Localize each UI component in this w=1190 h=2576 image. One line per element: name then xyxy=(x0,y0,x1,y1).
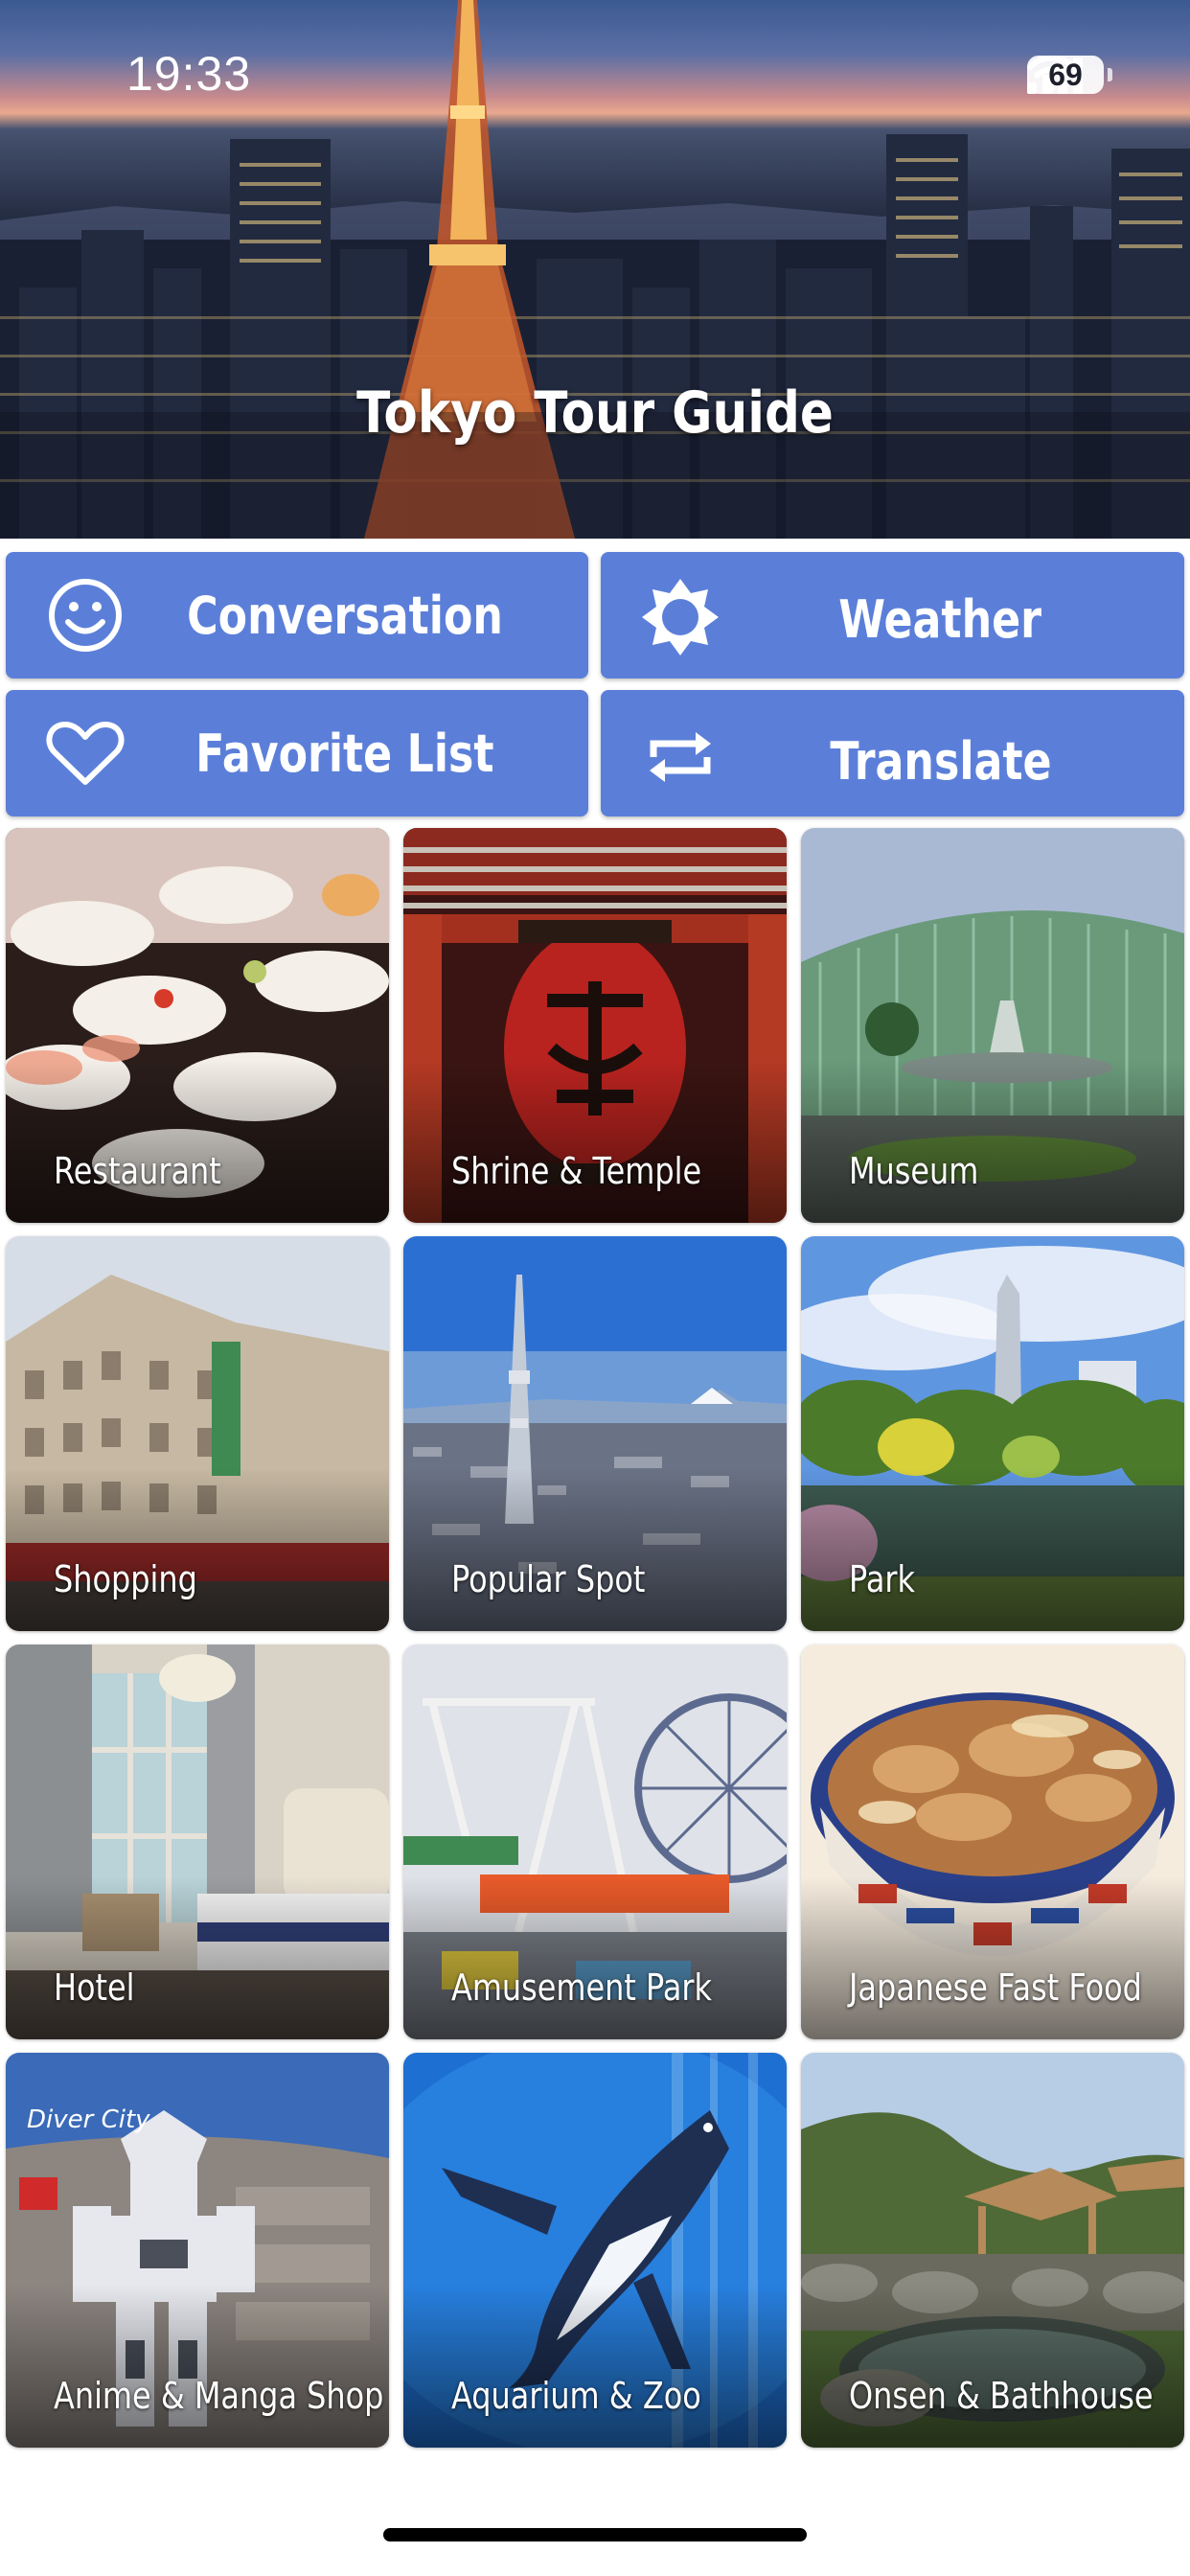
battery-indicator: 69 xyxy=(1027,56,1112,94)
svg-text:Diver City: Diver City xyxy=(27,2105,150,2134)
conversation-button[interactable]: Conversation xyxy=(6,552,588,678)
translate-label: Translate xyxy=(829,730,1052,792)
category-popular-spot[interactable]: Popular Spot xyxy=(403,1236,787,1631)
home-indicator[interactable] xyxy=(383,2528,807,2542)
favorite-list-label: Favorite List xyxy=(195,723,494,784)
translate-button[interactable]: Translate xyxy=(601,690,1184,816)
tile-label-amusement-park: Amusement Park xyxy=(451,1966,713,2009)
category-anime-manga-shop[interactable]: Diver City Anime & Manga Shop xyxy=(6,2053,389,2448)
category-hotel[interactable]: Hotel xyxy=(6,1644,389,2039)
tile-label-museum: Museum xyxy=(849,1150,979,1192)
tile-label-park: Park xyxy=(849,1558,915,1600)
status-time: 19:33 xyxy=(126,47,252,101)
category-shopping[interactable]: Shopping xyxy=(6,1236,389,1631)
tile-label-shrine-temple: Shrine & Temple xyxy=(451,1150,702,1192)
tile-label-shopping: Shopping xyxy=(54,1558,197,1600)
category-japanese-fast-food[interactable]: Japanese Fast Food xyxy=(801,1644,1184,2039)
conversation-label: Conversation xyxy=(187,585,503,646)
favorite-list-button[interactable]: Favorite List xyxy=(6,690,588,816)
tile-label-restaurant: Restaurant xyxy=(54,1150,221,1192)
category-shrine-temple[interactable]: Shrine & Temple xyxy=(403,828,787,1223)
category-onsen-bathhouse[interactable]: Onsen & Bathhouse xyxy=(801,2053,1184,2448)
tile-label-japanese-fast-food: Japanese Fast Food xyxy=(849,1966,1142,2009)
weather-label: Weather xyxy=(838,588,1042,650)
category-aquarium-zoo[interactable]: Aquarium & Zoo xyxy=(403,2053,787,2448)
tile-label-anime-manga-shop: Anime & Manga Shop xyxy=(54,2375,384,2417)
page-title: Tokyo Tour Guide xyxy=(356,380,834,447)
weather-button[interactable]: Weather xyxy=(601,552,1184,678)
category-park[interactable]: Park xyxy=(801,1236,1184,1631)
tile-label-aquarium-zoo: Aquarium & Zoo xyxy=(451,2375,701,2417)
tile-label-hotel: Hotel xyxy=(54,1966,135,2009)
battery-level: 69 xyxy=(1048,57,1083,92)
category-amusement-park[interactable]: Amusement Park xyxy=(403,1644,787,2039)
status-icons: 69 xyxy=(1027,56,1112,94)
header-banner: 19:33 69 Tokyo Tour Guide xyxy=(0,0,1190,539)
category-restaurant[interactable]: Restaurant xyxy=(6,828,389,1223)
tile-label-onsen-bathhouse: Onsen & Bathhouse xyxy=(849,2375,1154,2417)
category-museum[interactable]: Museum xyxy=(801,828,1184,1223)
tile-label-popular-spot: Popular Spot xyxy=(451,1558,646,1600)
